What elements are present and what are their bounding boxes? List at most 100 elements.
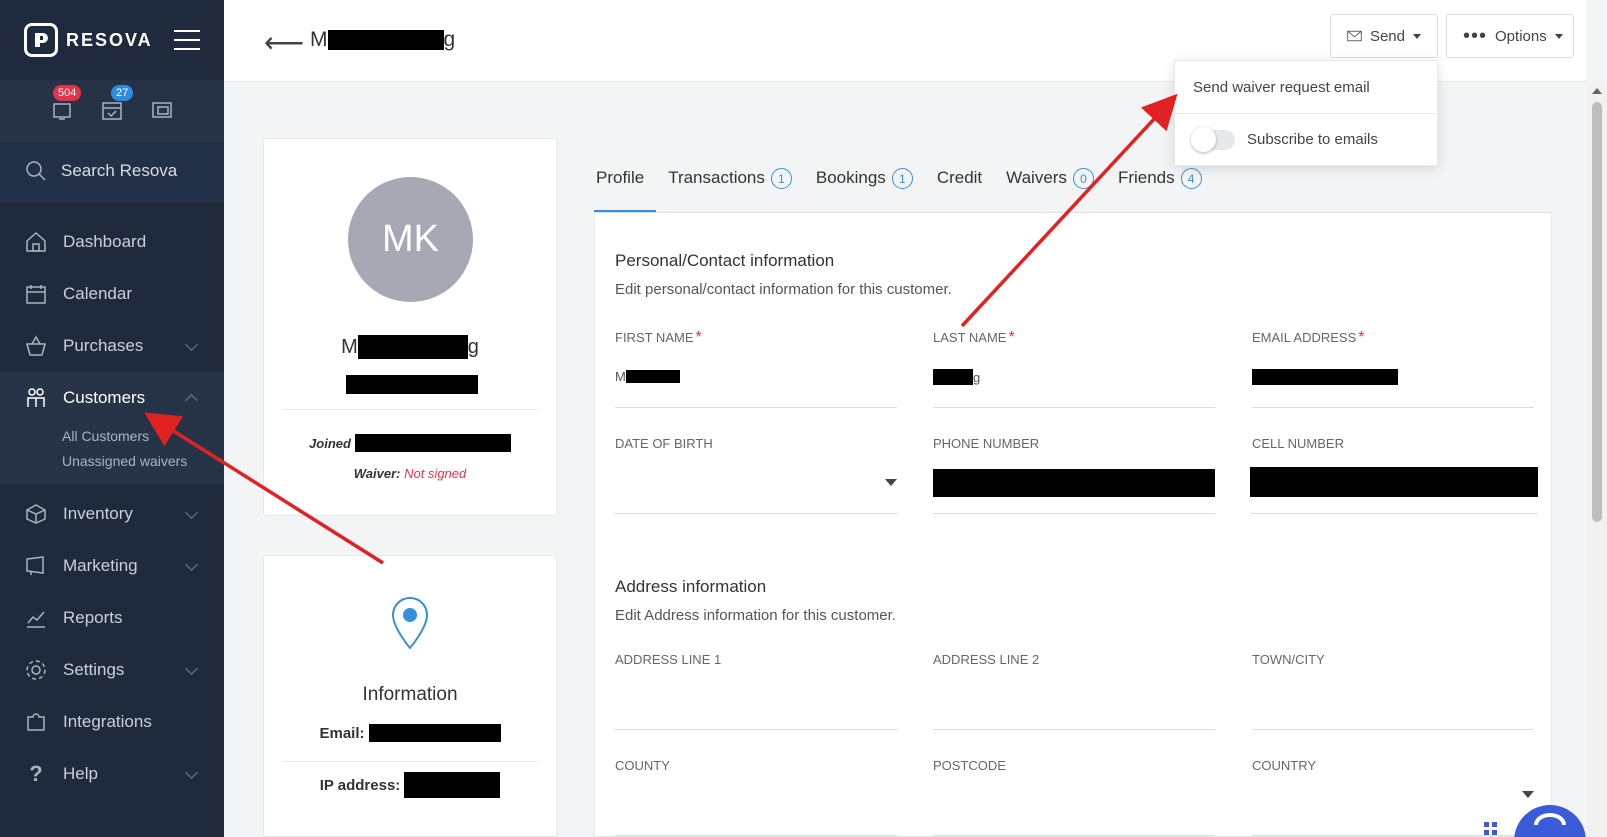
notification-count-badge: 504 [53,85,82,101]
input-underline [933,407,1215,408]
joined-row: Joined [264,434,556,452]
redacted-block [1252,369,1398,385]
calendar-check-icon[interactable]: 27 [101,85,134,121]
tab-waivers[interactable]: Waivers 0 [1006,160,1094,214]
tab-profile[interactable]: Profile [594,160,657,214]
windows-icon[interactable] [151,99,173,121]
users-icon [27,388,45,407]
tab-friends[interactable]: Friends 4 [1118,160,1202,214]
menu-item-send-waiver-request[interactable]: Send waiver request email [1175,61,1437,113]
tab-label: Profile [596,168,645,187]
sidebar-item-settings[interactable]: Settings [0,644,224,696]
country-label: COUNTRY [1252,758,1317,773]
input-underline [1250,513,1538,514]
divider [282,409,538,410]
dropdown-arrow-icon[interactable] [1522,791,1534,798]
tab-bookings[interactable]: Bookings 1 [816,160,913,214]
chevron-down-icon [185,338,198,351]
send-button[interactable]: Send [1330,14,1438,58]
tab-count-badge: 0 [1072,168,1094,189]
input-underline [615,513,897,514]
brand-logo[interactable]: RESOVA [24,23,153,57]
brand-name: RESOVA [66,29,153,50]
basket-icon [26,335,46,356]
sidebar-item-reports[interactable]: Reports [0,592,224,644]
sidebar-search[interactable]: Search Resova [0,140,224,202]
grid-dots-icon[interactable] [1484,822,1498,836]
sidebar-item-label: Help [63,764,98,783]
redacted-block [327,30,444,50]
sidebar-item-label: Settings [63,660,125,679]
chat-widget-icon[interactable] [1514,805,1586,837]
date-of-birth-label: DATE OF BIRTH [615,436,713,451]
postcode-field[interactable]: POSTCODE [933,757,1215,837]
divider [282,761,538,762]
town-city-field[interactable]: TOWN/CITY [1252,651,1534,751]
redacted-block [625,370,680,383]
bell-icon[interactable]: 504 [51,85,82,121]
gear-icon [26,660,46,680]
tab-transactions[interactable]: Transactions 1 [668,160,792,214]
redacted-block [354,434,511,452]
question-mark-icon: ? [29,761,43,786]
envelope-icon [1347,30,1362,42]
address-line-2-field[interactable]: ADDRESS LINE 2 [933,651,1215,751]
waiver-status-value: Not signed [404,466,467,481]
phone-number-field[interactable]: PHONE NUMBER [933,435,1215,535]
hamburger-menu-icon[interactable] [174,30,200,50]
first-name-value: M [615,369,680,384]
ip-label: IP address: [319,776,401,794]
menu-item-label: Send waiver request email [1193,78,1370,96]
dropdown-arrow-icon[interactable] [885,479,897,486]
tab-credit[interactable]: Credit [937,160,982,214]
sidebar-item-label: Integrations [63,712,152,731]
waiver-status: Waiver: Not signed [264,466,556,481]
sidebar-item-label: Reports [63,608,123,627]
first-name-field[interactable]: FIRST NAME * M [615,329,897,429]
redacted-block [404,772,501,798]
input-underline [615,407,897,408]
sidebar-item-marketing[interactable]: Marketing [0,540,224,592]
sidebar-item-dashboard[interactable]: Dashboard [0,216,224,268]
megaphone-icon [26,556,44,575]
tab-label: Waivers [1006,168,1067,187]
back-arrow-icon[interactable]: ⟵ [264,26,304,59]
send-button-label: Send [1369,27,1405,45]
first-name-label: FIRST NAME [615,330,694,345]
county-field[interactable]: COUNTY [615,757,897,837]
options-button[interactable]: ••• Options [1446,14,1574,58]
tab-count-badge: 4 [1180,168,1202,189]
subscribe-toggle[interactable] [1191,126,1235,152]
subnav-item-unassigned-waivers[interactable]: Unassigned waivers [62,449,224,474]
date-of-birth-field[interactable]: DATE OF BIRTH [615,435,897,535]
page-scrollbar[interactable] [1587,82,1607,837]
sidebar-item-help[interactable]: ? Help [0,748,224,800]
input-underline [615,729,897,730]
cell-number-field[interactable]: CELL NUMBER [1250,435,1538,535]
email-address-label: EMAIL ADDRESS [1252,330,1357,345]
last-name-field[interactable]: LAST NAME * g [933,329,1215,429]
sidebar-item-integrations[interactable]: Integrations [0,696,224,748]
email-address-field[interactable]: EMAIL ADDRESS * [1252,329,1534,429]
input-underline [1252,729,1534,730]
subnav-item-all-customers[interactable]: All Customers [62,424,224,449]
resova-logo-icon [24,23,58,57]
address-line-1-field[interactable]: ADDRESS LINE 1 [615,651,897,751]
caret-down-icon [1413,33,1421,39]
last-name-value: g [933,369,980,385]
waiver-label: Waiver: [353,466,401,481]
sidebar-item-inventory[interactable]: Inventory [0,488,224,540]
scroll-thumb[interactable] [1592,102,1602,522]
options-button-label: Options [1495,27,1547,45]
phone-number-value [933,469,1215,497]
box-icon [26,504,46,524]
home-icon [26,231,46,252]
personal-section-title: Personal/Contact information [615,251,835,270]
redacted-block [346,375,478,394]
first-name-start: M [615,369,626,384]
sidebar-item-calendar[interactable]: Calendar [0,268,224,320]
sidebar-item-purchases[interactable]: Purchases [0,320,224,372]
menu-item-subscribe-emails[interactable]: Subscribe to emails [1175,113,1437,165]
scroll-up-arrow-icon[interactable] [1592,88,1602,94]
sidebar-item-customers[interactable]: Customers [0,372,224,424]
